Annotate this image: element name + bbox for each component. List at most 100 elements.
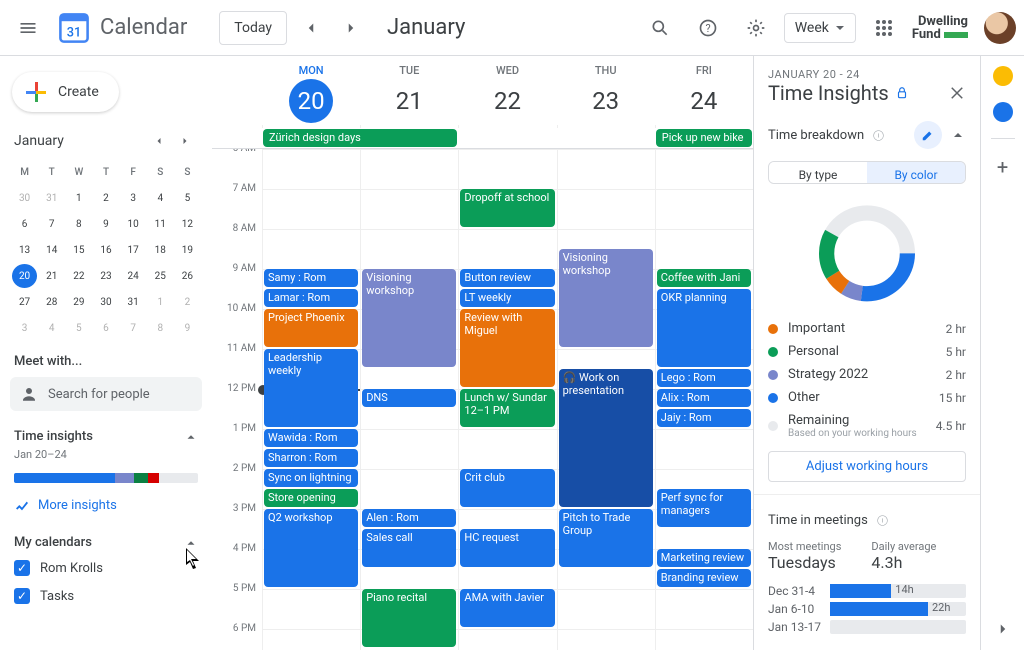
- mini-day[interactable]: 8: [148, 316, 173, 340]
- mini-day[interactable]: 24: [121, 264, 146, 288]
- calendar-event[interactable]: Review with Miguel: [460, 309, 554, 387]
- calendar-event[interactable]: Samy : Rom: [264, 269, 358, 287]
- view-selector[interactable]: Week: [784, 13, 856, 43]
- calendar-event[interactable]: HC request: [460, 529, 554, 567]
- mini-day[interactable]: 2: [175, 290, 200, 314]
- toggle-by-type[interactable]: By type: [769, 162, 867, 183]
- calendar-event[interactable]: Pitch to Trade Group: [559, 509, 653, 567]
- day-header[interactable]: WED22: [458, 64, 556, 125]
- mini-day[interactable]: 14: [39, 238, 64, 262]
- day-column[interactable]: Samy : RomLamar : RomProject PhoenixLead…: [262, 149, 360, 650]
- mini-day[interactable]: 25: [148, 264, 173, 288]
- day-column[interactable]: Dropoff at schoolButton reviewLT weeklyR…: [458, 149, 556, 650]
- day-header[interactable]: FRI24: [655, 64, 753, 125]
- calendar-item[interactable]: ✓Tasks: [8, 582, 204, 610]
- calendar-event[interactable]: Lamar : Rom: [264, 289, 358, 307]
- calendar-event[interactable]: Sync on lightning: [264, 469, 358, 487]
- calendar-event[interactable]: Branding review: [657, 569, 751, 587]
- mini-day[interactable]: 23: [93, 264, 118, 288]
- mini-day[interactable]: 16: [93, 238, 118, 262]
- toggle-by-color[interactable]: By color: [867, 162, 965, 183]
- calendar-event[interactable]: Visioning workshop: [362, 269, 456, 367]
- mini-day[interactable]: 31: [39, 186, 64, 210]
- calendar-event[interactable]: Q2 workshop: [264, 509, 358, 587]
- calendar-item[interactable]: ✓Rom Krolls: [8, 554, 204, 582]
- mini-day[interactable]: 3: [121, 186, 146, 210]
- mini-next-button[interactable]: [172, 128, 198, 154]
- mini-day[interactable]: 30: [12, 186, 37, 210]
- mini-day[interactable]: 10: [121, 212, 146, 236]
- rail-expand-button[interactable]: [994, 620, 1012, 638]
- calendar-event[interactable]: Piano recital: [362, 589, 456, 647]
- calendar-event[interactable]: DNS: [362, 389, 456, 407]
- time-insights-title[interactable]: Time insights: [8, 415, 204, 448]
- mini-day[interactable]: 1: [148, 290, 173, 314]
- mini-calendar[interactable]: MTWTFSS303112345678910111213141516171819…: [8, 160, 204, 340]
- add-addon-button[interactable]: +: [997, 155, 1008, 179]
- help-button[interactable]: ?: [688, 8, 728, 48]
- today-button[interactable]: Today: [219, 11, 287, 45]
- mini-day[interactable]: 7: [121, 316, 146, 340]
- calendar-event[interactable]: Store opening: [264, 489, 358, 507]
- mini-day[interactable]: 6: [12, 212, 37, 236]
- mini-day[interactable]: 19: [175, 238, 200, 262]
- mini-day[interactable]: 7: [39, 212, 64, 236]
- day-column[interactable]: Coffee with Jani OKR planning Lego : Rom Al…: [655, 149, 753, 650]
- account-avatar[interactable]: [984, 12, 1016, 44]
- mini-day[interactable]: 22: [66, 264, 91, 288]
- collapse-button[interactable]: [950, 127, 966, 143]
- menu-button[interactable]: [8, 8, 48, 48]
- mini-day[interactable]: 31: [121, 290, 146, 314]
- day-header[interactable]: MON20: [262, 64, 360, 125]
- my-calendars-title[interactable]: My calendars: [8, 521, 204, 554]
- calendar-event[interactable]: Jaiy : Rom: [657, 409, 751, 427]
- allday-event[interactable]: Pick up new bike: [656, 129, 752, 147]
- calendar-event[interactable]: Perf sync for managers: [657, 489, 751, 527]
- settings-button[interactable]: [736, 8, 776, 48]
- calendar-event[interactable]: Wawida : Rom: [264, 429, 358, 447]
- calendar-event[interactable]: Marketing review: [657, 549, 751, 567]
- mini-day[interactable]: 9: [175, 316, 200, 340]
- calendar-event[interactable]: 🎧 Work on presentation: [559, 369, 653, 507]
- keep-addon[interactable]: [993, 66, 1013, 86]
- edit-button[interactable]: [914, 121, 942, 149]
- mini-day[interactable]: 13: [12, 238, 37, 262]
- mini-day[interactable]: 5: [175, 186, 200, 210]
- calendar-event[interactable]: Coffee with Jani: [657, 269, 751, 287]
- mini-day[interactable]: 20: [12, 264, 37, 288]
- mini-day[interactable]: 28: [39, 290, 64, 314]
- mini-day[interactable]: 15: [66, 238, 91, 262]
- calendar-event[interactable]: Button review: [460, 269, 554, 287]
- create-button[interactable]: Create: [12, 72, 119, 112]
- day-header[interactable]: TUE21: [360, 64, 458, 125]
- calendar-event[interactable]: Dropoff at school: [460, 189, 554, 227]
- allday-event[interactable]: Zürich design days: [263, 129, 457, 147]
- calendar-event[interactable]: OKR planning: [657, 289, 751, 367]
- search-button[interactable]: [640, 8, 680, 48]
- calendar-event[interactable]: AMA with Javier: [460, 589, 554, 627]
- mini-day[interactable]: 26: [175, 264, 200, 288]
- mini-day[interactable]: 5: [66, 316, 91, 340]
- tasks-addon[interactable]: [993, 102, 1013, 122]
- day-column[interactable]: Visioning workshop🎧 Work on presentation…: [557, 149, 655, 650]
- calendar-event[interactable]: Alen : Rom: [362, 509, 456, 527]
- mini-day[interactable]: 21: [39, 264, 64, 288]
- mini-day[interactable]: 30: [93, 290, 118, 314]
- mini-day[interactable]: 11: [148, 212, 173, 236]
- mini-day[interactable]: 1: [66, 186, 91, 210]
- people-search[interactable]: Search for people: [10, 377, 202, 411]
- mini-day[interactable]: 17: [121, 238, 146, 262]
- calendar-event[interactable]: Sales call: [362, 529, 456, 567]
- calendar-event[interactable]: Sharron : Rom: [264, 449, 358, 467]
- next-week-button[interactable]: [335, 12, 367, 44]
- mini-day[interactable]: 6: [93, 316, 118, 340]
- calendar-event[interactable]: Lego : Rom: [657, 369, 751, 387]
- day-header[interactable]: THU23: [557, 64, 655, 125]
- mini-day[interactable]: 3: [12, 316, 37, 340]
- mini-day[interactable]: 12: [175, 212, 200, 236]
- close-panel-button[interactable]: [948, 84, 966, 102]
- mini-day[interactable]: 2: [93, 186, 118, 210]
- more-insights-link[interactable]: More insights: [8, 489, 204, 521]
- calendar-event[interactable]: Alix : Rom: [657, 389, 751, 407]
- prev-week-button[interactable]: [295, 12, 327, 44]
